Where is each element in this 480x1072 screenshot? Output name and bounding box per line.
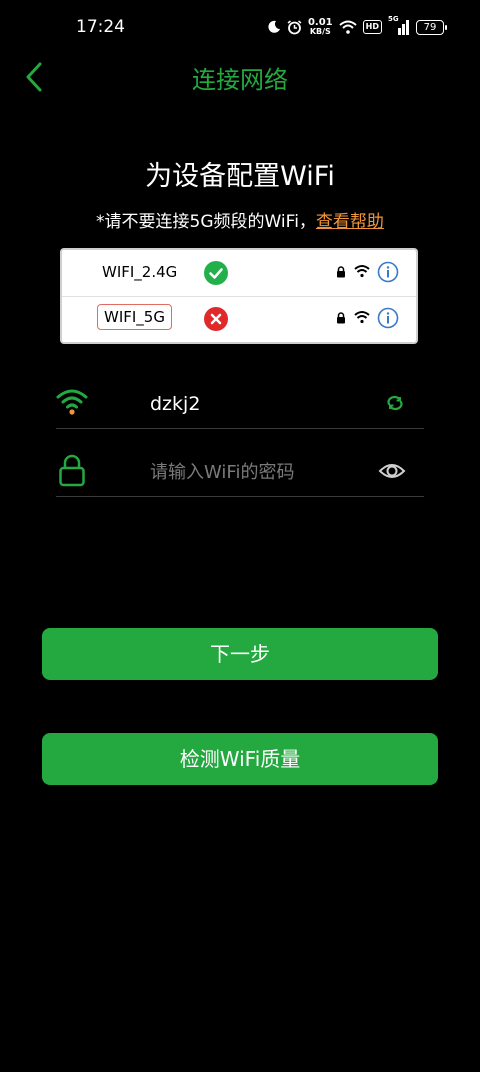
battery-indicator: 79 bbox=[416, 19, 447, 35]
status-time: 17:24 bbox=[76, 17, 125, 37]
moon-icon bbox=[268, 20, 280, 33]
wifi-config-page: 17:24 0.01 KB/S HD 5G 79 连接网络 为设备配置WiFi … bbox=[0, 0, 480, 1072]
info-icon bbox=[377, 261, 399, 283]
refresh-icon[interactable] bbox=[386, 395, 404, 411]
example-ssid-24g: WIFI_2.4G bbox=[102, 263, 178, 281]
eye-icon[interactable] bbox=[378, 460, 406, 482]
check-wifi-quality-button[interactable]: 检测WiFi质量 bbox=[42, 733, 438, 785]
network-speed: 0.01 KB/S bbox=[308, 18, 333, 36]
ssid-field[interactable]: dzkj2 bbox=[56, 380, 424, 429]
password-field[interactable] bbox=[56, 448, 424, 497]
wifi-icon bbox=[354, 311, 370, 324]
hd-badge: HD bbox=[362, 20, 382, 34]
cross-icon bbox=[204, 307, 228, 331]
check-icon bbox=[204, 261, 228, 285]
example-row-5g: WIFI_5G bbox=[62, 296, 416, 342]
wifi-status-icon bbox=[338, 20, 357, 34]
cellular-signal: 5G bbox=[388, 15, 410, 36]
status-icons: 0.01 KB/S HD 5G 79 bbox=[267, 15, 447, 38]
lock-icon bbox=[59, 454, 85, 487]
page-title: 连接网络 bbox=[192, 66, 288, 94]
wifi-icon bbox=[354, 265, 370, 278]
next-button[interactable]: 下一步 bbox=[42, 628, 438, 680]
help-link[interactable]: 查看帮助 bbox=[316, 212, 384, 232]
lock-icon bbox=[337, 312, 345, 324]
notice-text: *请不要连接5G频段的WiFi，查看帮助 bbox=[96, 207, 384, 232]
alarm-icon bbox=[287, 19, 302, 34]
lock-icon bbox=[337, 266, 345, 278]
notice-warning: *请不要连接5G频段的WiFi， bbox=[96, 212, 316, 232]
wifi-icon bbox=[56, 389, 88, 415]
example-ssid-5g: WIFI_5G bbox=[97, 304, 172, 330]
main-heading: 为设备配置WiFi bbox=[145, 161, 335, 192]
ssid-value: dzkj2 bbox=[150, 393, 201, 415]
status-bar: 17:24 0.01 KB/S HD 5G 79 bbox=[0, 0, 480, 56]
wifi-example-card: WIFI_2.4G WIFI_5G bbox=[62, 250, 416, 342]
info-icon bbox=[377, 307, 399, 329]
speed-unit: KB/S bbox=[309, 27, 331, 36]
password-input[interactable] bbox=[150, 458, 360, 486]
example-row-24g: WIFI_2.4G bbox=[62, 250, 416, 297]
signal-bars-icon bbox=[398, 20, 409, 35]
